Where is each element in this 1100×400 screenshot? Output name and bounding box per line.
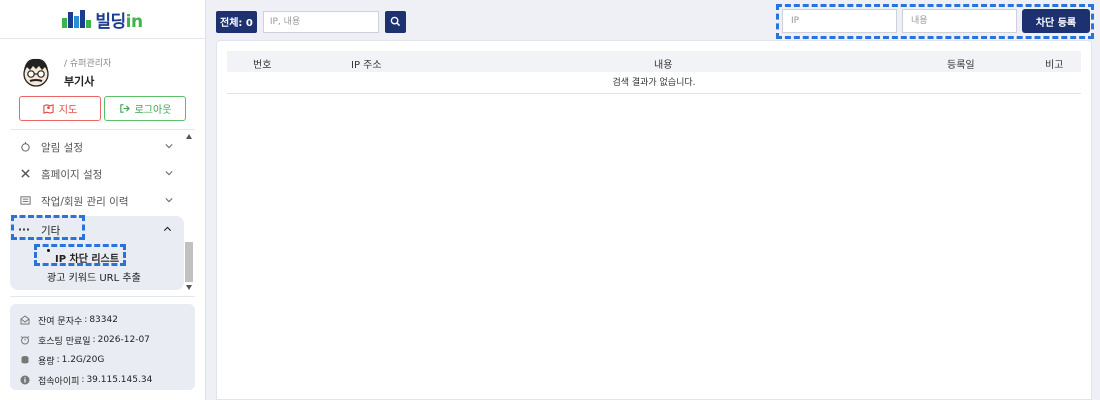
active-bullet <box>47 249 50 252</box>
app-logo[interactable]: 빌딩in <box>0 0 205 38</box>
list-icon <box>18 195 32 209</box>
search-icon <box>390 16 400 27</box>
sidebar-menu: 알림 설정 홈페이지 설정 작업/회원 관리 이력 <box>10 134 185 215</box>
menu-item-work-history[interactable]: 작업/회원 관리 이력 <box>10 188 185 215</box>
info-label: 잔여 문자수 <box>38 316 83 327</box>
avatar-icon <box>23 58 49 87</box>
ip-block-form: 차단 등록 <box>782 9 1090 33</box>
user-profile: / 슈퍼관리자 부기사 <box>18 54 111 90</box>
sidebar: 빌딩in / 슈퍼관리자 부기사 지도 로그아웃 알림 설정 홈페이지 설정 작… <box>0 0 206 400</box>
column-header-ip-address: IP 주소 <box>351 60 382 71</box>
main-content-panel: 번호 IP 주소 내용 등록일 비고 검색 결과가 없습니다. <box>216 40 1092 400</box>
info-value: 1.2G/20G <box>61 355 105 365</box>
building-logo-icon <box>62 10 92 28</box>
info-label: 호스팅 만료일 <box>38 336 91 347</box>
map-button-label: 지도 <box>58 105 78 116</box>
table-header: 번호 IP 주소 내용 등록일 비고 <box>227 51 1081 72</box>
info-access-ip: 접속아이피:39.115.145.34 <box>20 370 195 390</box>
alarm-icon <box>20 335 30 345</box>
menu-item-label: 홈페이지 설정 <box>41 169 103 181</box>
info-value: 2026-12-07 <box>97 335 150 345</box>
sidebar-scrollbar[interactable] <box>185 134 194 290</box>
search-input[interactable] <box>262 10 379 33</box>
total-count-badge: 전체: 0 <box>216 10 257 33</box>
system-info-box: 잔여 문자수:83342 호스팅 만료일:2026-12-07 용량:1.2G/… <box>10 304 195 390</box>
column-header-registered-date: 등록일 <box>947 60 975 71</box>
menu-item-notification-settings[interactable]: 알림 설정 <box>10 134 185 161</box>
table-empty-message: 검색 결과가 없습니다. <box>227 72 1081 94</box>
chevron-up-icon <box>163 226 172 231</box>
info-hosting-expiry: 호스팅 만료일:2026-12-07 <box>20 330 195 350</box>
logout-button-label: 로그아웃 <box>134 105 172 116</box>
info-label: 접속아이피 <box>38 376 80 387</box>
menu-item-homepage-settings[interactable]: 홈페이지 설정 <box>10 161 185 188</box>
ip-input[interactable] <box>782 9 897 33</box>
submenu-ad-keyword-url[interactable]: 광고 키워드 URL 추출 <box>47 269 141 284</box>
mail-icon <box>20 315 30 325</box>
menu-item-label: 작업/회원 관리 이력 <box>41 196 129 208</box>
column-header-note: 비고 <box>1045 60 1064 71</box>
logout-icon <box>119 104 130 113</box>
column-header-number: 번호 <box>253 60 272 71</box>
map-button[interactable]: 지도 <box>19 96 101 121</box>
info-divider <box>10 296 195 297</box>
list-toolbar: 전체: 0 <box>216 10 406 33</box>
menu-item-label: 기타 <box>41 224 61 237</box>
user-role: / 슈퍼관리자 <box>64 58 112 69</box>
logo-divider <box>0 38 205 39</box>
scroll-thumb[interactable] <box>185 242 193 282</box>
info-icon <box>20 375 30 385</box>
menu-group-etc: ··· 기타 IP 차단 리스트 광고 키워드 URL 추출 <box>10 216 184 290</box>
menu-item-label: 알림 설정 <box>41 142 83 154</box>
chevron-down-icon <box>165 171 173 176</box>
user-name: 부기사 <box>64 74 95 88</box>
bell-icon <box>18 141 32 155</box>
info-label: 용량 <box>38 356 55 367</box>
logo-text: 빌딩in <box>95 11 143 32</box>
info-storage: 용량:1.2G/20G <box>20 350 195 370</box>
info-remaining-sms: 잔여 문자수:83342 <box>20 310 195 330</box>
map-icon <box>43 104 54 114</box>
menu-item-etc[interactable]: ··· 기타 <box>10 216 184 244</box>
info-value: 39.115.145.34 <box>86 375 153 385</box>
chevron-down-icon <box>165 198 173 203</box>
block-submit-button[interactable]: 차단 등록 <box>1022 9 1090 33</box>
database-icon <box>20 355 30 365</box>
menu-divider <box>10 129 195 130</box>
scroll-up-icon[interactable] <box>186 134 192 139</box>
column-header-content: 내용 <box>654 60 673 71</box>
chevron-down-icon <box>165 144 173 149</box>
info-value: 83342 <box>89 315 118 325</box>
tools-icon <box>18 168 32 182</box>
more-icon: ··· <box>18 224 30 236</box>
search-button[interactable] <box>384 10 406 33</box>
content-input[interactable] <box>902 9 1017 33</box>
scroll-down-icon[interactable] <box>186 285 192 290</box>
logout-button[interactable]: 로그아웃 <box>104 96 186 121</box>
submenu-ip-block-list[interactable]: IP 차단 리스트 <box>55 250 119 265</box>
